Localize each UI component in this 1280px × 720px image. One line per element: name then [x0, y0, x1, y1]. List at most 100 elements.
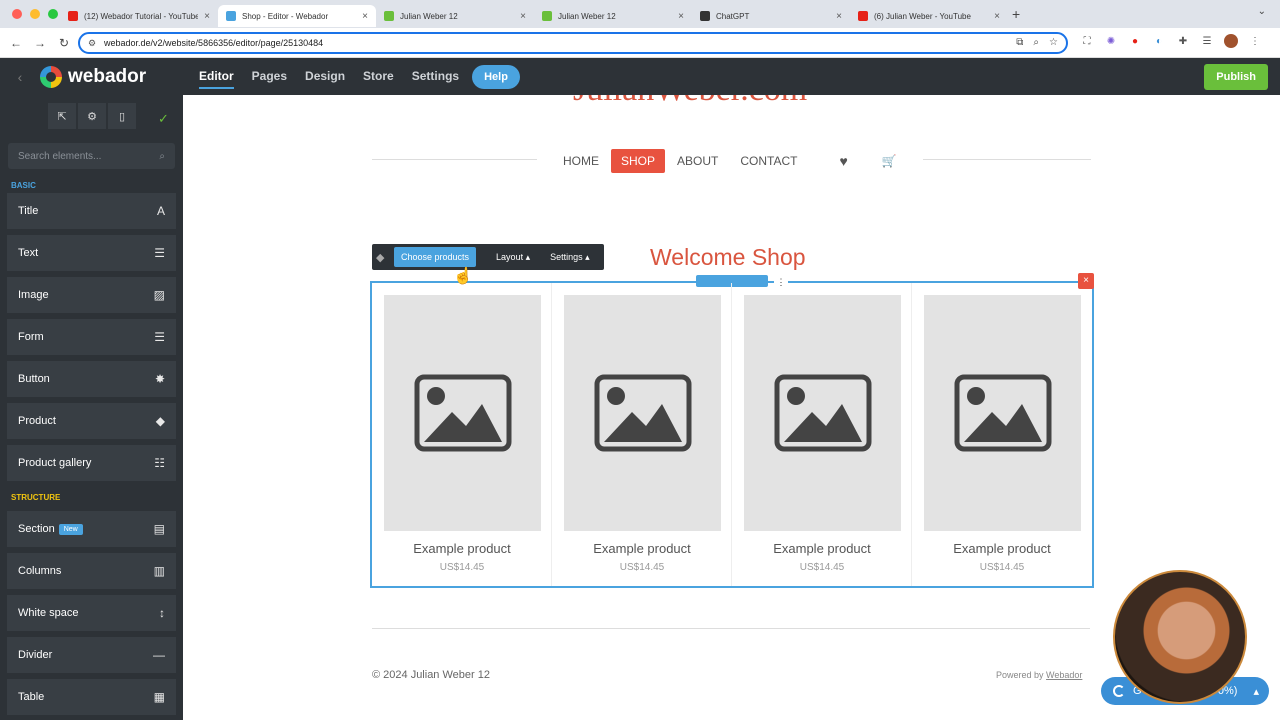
tab-close-icon[interactable]: × [836, 11, 842, 22]
menu-item-store[interactable]: Store [354, 58, 403, 95]
site-info-icon[interactable]: ⚙ [88, 38, 98, 48]
menu-item-editor[interactable]: Editor [190, 58, 243, 95]
element-item-label: Section [18, 523, 55, 535]
product-name[interactable]: Example product [732, 541, 912, 556]
element-item-product-gallery[interactable]: Product gallery ☷ [7, 445, 176, 481]
search-icon[interactable]: ⌕ [159, 151, 165, 162]
install-icon[interactable]: ⧉ [1016, 37, 1023, 48]
tab-title: ChatGPT [716, 11, 750, 21]
browser-menu-icon[interactable]: ⋮ [1248, 36, 1262, 47]
element-item-white-space[interactable]: White space ↕ [7, 595, 176, 631]
element-item-button[interactable]: Button ✸ [7, 361, 176, 397]
columns-icon: ▥ [153, 564, 165, 578]
webador-link[interactable]: Webador [1046, 670, 1082, 680]
heart-icon[interactable]: ♥ [839, 153, 847, 169]
tab-close-icon[interactable]: × [520, 11, 526, 22]
element-item-label: Table [18, 691, 45, 703]
tab-close-icon[interactable]: × [362, 11, 368, 22]
tab-favicon-icon [68, 11, 78, 21]
new-tab-button[interactable]: + [1012, 6, 1020, 22]
element-item-form[interactable]: Form ☰ [7, 319, 176, 355]
browser-tab[interactable]: Julian Weber 12 × [376, 5, 534, 27]
site-nav-home[interactable]: HOME [553, 149, 609, 173]
tab-title: Shop - Editor - Webador [242, 11, 329, 21]
extension-purple-icon[interactable]: ✺ [1104, 36, 1118, 47]
gear-icon[interactable]: ⚙ [78, 103, 106, 129]
extension-blue-icon[interactable]: ◐ [1152, 36, 1166, 47]
copyright-text[interactable]: © 2024 Julian Weber 12 [372, 669, 490, 681]
choose-products-button[interactable]: Choose products [394, 247, 477, 267]
logo-text: webador [68, 65, 147, 87]
tab-search-icon[interactable]: ⌄ [1258, 6, 1266, 17]
extensions-puzzle-icon[interactable]: ✚ [1176, 36, 1190, 47]
product-image-placeholder[interactable] [384, 295, 541, 531]
product-card[interactable]: Example product US$14.45 [372, 283, 552, 586]
publish-button[interactable]: Publish [1204, 64, 1268, 90]
settings-button[interactable]: Settings ▴ [540, 252, 600, 263]
webador-logo[interactable]: webador [40, 65, 190, 88]
product-gallery-toolbar: ◆ Choose products Layout ▴ Settings ▴ [372, 244, 604, 270]
element-item-title[interactable]: Title A [7, 193, 176, 229]
element-item-label: Button [18, 373, 50, 385]
search-input[interactable] [18, 150, 160, 162]
element-item-product[interactable]: Product ◆ [7, 403, 176, 439]
profile-avatar[interactable] [1224, 34, 1238, 48]
bookmark-star-icon[interactable]: ☆ [1049, 37, 1058, 48]
mobile-preview-icon[interactable]: ▯ [108, 103, 136, 129]
tab-favicon-icon [542, 11, 552, 21]
element-item-section[interactable]: Section New ▤ [7, 511, 176, 547]
back-chevron-icon[interactable]: ‹ [0, 69, 40, 85]
table-icon: ▦ [153, 690, 165, 704]
reload-icon[interactable]: ↻ [52, 36, 76, 50]
address-bar[interactable]: ⚙ webador.de/v2/website/5866356/editor/p… [78, 32, 1068, 54]
element-item-text[interactable]: Text ☰ [7, 235, 176, 271]
site-nav-shop[interactable]: SHOP [611, 149, 666, 173]
reading-list-icon[interactable]: ☰ [1200, 36, 1214, 47]
minimize-window-button[interactable] [30, 9, 40, 19]
browser-tab[interactable]: Julian Weber 12 × [534, 5, 692, 27]
back-arrow-icon[interactable]: ← [4, 36, 28, 50]
product-card[interactable]: Example product US$14.45 [552, 283, 732, 586]
product-image-placeholder[interactable] [924, 295, 1081, 531]
product-gallery-block[interactable]: ⋮ × Example product US$14.45 Example produ… [370, 273, 1094, 588]
external-link-icon[interactable]: ⇱ [48, 103, 76, 129]
help-button[interactable]: Help [472, 64, 520, 89]
menu-item-settings[interactable]: Settings [403, 58, 468, 95]
divider-icon: — [153, 648, 165, 662]
checkmark-icon[interactable]: ✓ [158, 103, 178, 135]
screenshot-extension-icon[interactable]: ⛶ [1080, 36, 1094, 47]
product-name[interactable]: Example product [912, 541, 1092, 556]
layout-button[interactable]: Layout ▴ [486, 252, 540, 263]
product-image-placeholder[interactable] [564, 295, 721, 531]
maximize-window-button[interactable] [48, 9, 58, 19]
forward-arrow-icon[interactable]: → [28, 36, 52, 50]
browser-tab[interactable]: (12) Webador Tutorial - YouTube × [60, 5, 218, 27]
element-item-columns[interactable]: Columns ▥ [7, 553, 176, 589]
product-name[interactable]: Example product [552, 541, 732, 556]
element-item-image[interactable]: Image ▨ [7, 277, 176, 313]
welcome-heading[interactable]: Welcome Shop [650, 244, 806, 271]
product-name[interactable]: Example product [372, 541, 552, 556]
tab-close-icon[interactable]: × [204, 11, 210, 22]
tab-close-icon[interactable]: × [678, 11, 684, 22]
element-item-table[interactable]: Table ▦ [7, 679, 176, 715]
menu-item-pages[interactable]: Pages [243, 58, 296, 95]
adblock-extension-icon[interactable]: ● [1128, 36, 1142, 47]
browser-tab[interactable]: Shop - Editor - Webador × [218, 5, 376, 27]
site-title[interactable]: JulianWeber.com [573, 95, 807, 109]
close-window-button[interactable] [12, 9, 22, 19]
element-item-divider[interactable]: Divider — [7, 637, 176, 673]
site-nav-about[interactable]: ABOUT [667, 149, 728, 173]
site-nav-contact[interactable]: CONTACT [730, 149, 807, 173]
product-card[interactable]: Example product US$14.45 [912, 283, 1092, 586]
chevron-up-icon[interactable]: ▴ [1253, 685, 1259, 698]
cart-icon[interactable]: 🛒 [882, 154, 897, 168]
browser-tab[interactable]: (6) Julian Weber - YouTube × [850, 5, 1008, 27]
zoom-icon[interactable]: ⌕ [1033, 37, 1039, 48]
element-item-label-wrap: White space [18, 607, 79, 619]
product-card[interactable]: Example product US$14.45 [732, 283, 912, 586]
product-image-placeholder[interactable] [744, 295, 901, 531]
browser-tab[interactable]: ChatGPT × [692, 5, 850, 27]
tab-close-icon[interactable]: × [994, 11, 1000, 22]
menu-item-design[interactable]: Design [296, 58, 354, 95]
